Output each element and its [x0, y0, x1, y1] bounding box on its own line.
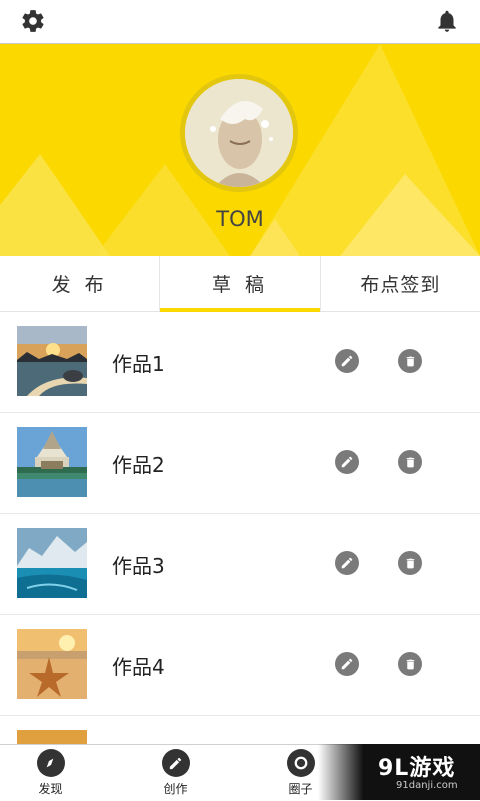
work-title: 作品1	[112, 352, 165, 376]
thumbnail-temple	[17, 427, 87, 497]
site-watermark: 9L游戏 91danji.com	[318, 744, 480, 800]
work-title: 作品2	[112, 453, 165, 477]
thumbnail-sunset-rocks	[17, 326, 87, 396]
trash-icon[interactable]	[398, 652, 422, 676]
bell-icon[interactable]	[432, 6, 462, 36]
tab-bar: 发 布 草 稿 布点签到	[0, 256, 480, 312]
nav-discover[interactable]: 发现	[0, 745, 113, 801]
thumbnail-starfish	[17, 629, 87, 699]
works-list: 作品1 作品2 作品3 作品4	[0, 312, 480, 744]
username: TOM	[216, 207, 264, 231]
trash-icon[interactable]	[398, 349, 422, 373]
avatar[interactable]	[180, 74, 298, 192]
trash-icon[interactable]	[398, 551, 422, 575]
list-item[interactable]: 作品1	[0, 312, 480, 413]
profile-banner: TOM	[0, 44, 480, 256]
nav-create[interactable]: 创作	[113, 745, 238, 801]
gear-icon[interactable]	[18, 6, 48, 36]
circle-icon	[286, 749, 315, 777]
thumbnail-partial	[17, 730, 87, 744]
edit-icon[interactable]	[335, 349, 359, 373]
watermark-url: 91danji.com	[396, 780, 458, 791]
edit-icon[interactable]	[335, 450, 359, 474]
list-item[interactable]	[0, 716, 480, 744]
top-bar	[0, 0, 480, 44]
trash-icon[interactable]	[398, 450, 422, 474]
list-item[interactable]: 作品4	[0, 615, 480, 716]
list-item[interactable]: 作品3	[0, 514, 480, 615]
thumbnail-glacier	[17, 528, 87, 598]
tab-drafts[interactable]: 草 稿	[160, 256, 321, 312]
tab-checkin[interactable]: 布点签到	[321, 256, 480, 311]
work-title: 作品3	[112, 554, 165, 578]
nav-label: 圈子	[288, 782, 313, 796]
work-title: 作品4	[112, 655, 165, 679]
tab-publish[interactable]: 发 布	[0, 256, 161, 311]
edit-icon[interactable]	[335, 551, 359, 575]
nav-label: 发现	[38, 782, 63, 796]
nav-label: 创作	[163, 782, 188, 796]
watermark-logo-text: 9L游戏	[378, 756, 456, 781]
edit-icon[interactable]	[335, 652, 359, 676]
pencil-icon	[161, 749, 190, 777]
compass-icon	[36, 749, 65, 777]
list-item[interactable]: 作品2	[0, 413, 480, 514]
